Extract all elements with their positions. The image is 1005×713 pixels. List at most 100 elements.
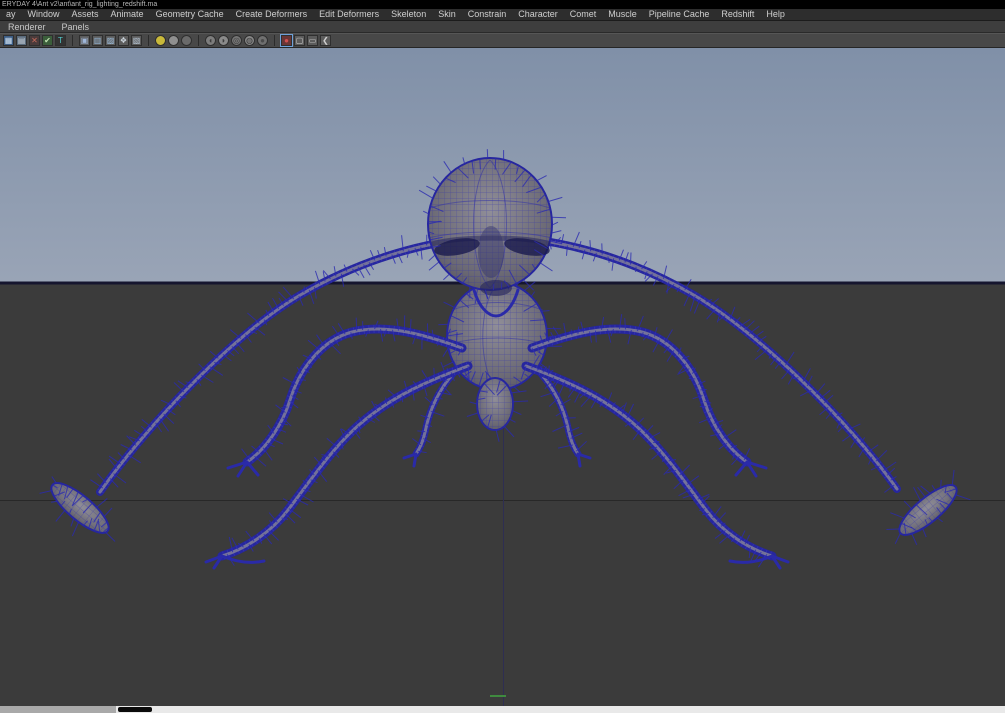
use-default-material-icon[interactable]: ●: [257, 35, 268, 46]
all-lights-icon[interactable]: [168, 35, 179, 46]
display-toggle-group: ▦ ▤ ✕ ✔ T: [3, 35, 66, 46]
hair-stroke: [229, 329, 242, 339]
hair-stroke: [754, 349, 768, 361]
default-lighting-icon[interactable]: [155, 35, 166, 46]
hair-stroke: [635, 266, 637, 273]
viewport-3d[interactable]: [0, 48, 1005, 706]
menu-skeleton[interactable]: Skeleton: [385, 9, 432, 20]
hair-stroke: [951, 469, 955, 486]
menu-edit-deformers[interactable]: Edit Deformers: [313, 9, 385, 20]
hair-stroke: [113, 473, 127, 484]
hair-stroke: [278, 291, 289, 303]
isolate-select-icon[interactable]: ◖: [205, 35, 216, 46]
hair-stroke: [913, 487, 921, 501]
ant-wireframe-svg: [31, 149, 976, 570]
menu-create-deformers[interactable]: Create Deformers: [230, 9, 314, 20]
hair-stroke: [630, 252, 632, 265]
hair-stroke: [209, 366, 224, 376]
hair-stroke: [494, 158, 497, 170]
hair-stroke: [328, 342, 341, 355]
hair-stroke: [469, 401, 478, 405]
time-slider-bar: [0, 706, 1005, 713]
hair-stroke: [815, 383, 826, 395]
hair-stroke: [569, 384, 571, 392]
menu-character[interactable]: Character: [512, 9, 564, 20]
hair-stroke: [575, 440, 587, 452]
hair-stroke: [418, 189, 434, 199]
panel-menu-renderer[interactable]: Renderer: [0, 22, 54, 32]
type-tool-icon[interactable]: T: [55, 35, 66, 46]
camera-attributes-icon[interactable]: ▨: [105, 35, 116, 46]
menu-animate[interactable]: Animate: [105, 9, 150, 20]
resolution-gate-icon[interactable]: ▢: [294, 35, 305, 46]
menu-ay[interactable]: ay: [0, 9, 22, 20]
toolbar-separator: [198, 35, 199, 46]
menu-help[interactable]: Help: [760, 9, 791, 20]
hair-stroke: [539, 262, 553, 272]
hair-stroke: [551, 230, 562, 234]
hair-stroke: [443, 161, 452, 173]
hair-stroke: [688, 377, 696, 380]
wireframe-on-shaded-icon[interactable]: ◎: [231, 35, 242, 46]
hair-stroke: [784, 351, 795, 366]
hair-stroke: [548, 196, 563, 202]
image-plane-icon[interactable]: ▧: [131, 35, 142, 46]
lock-camera-icon[interactable]: ▥: [92, 35, 103, 46]
hair-stroke: [495, 429, 500, 442]
menu-muscle[interactable]: Muscle: [602, 9, 643, 20]
hair-stroke: [417, 430, 426, 433]
hair-stroke: [105, 532, 116, 542]
hair-stroke: [163, 413, 175, 424]
hair-stroke: [262, 447, 273, 461]
hair-stroke: [96, 498, 108, 508]
hair-stroke: [159, 418, 170, 432]
hair-stroke: [955, 494, 971, 501]
hair-stroke: [509, 418, 516, 423]
hair-stroke: [886, 528, 900, 531]
menu-assets[interactable]: Assets: [66, 9, 105, 20]
share-view-icon[interactable]: ❮: [320, 35, 331, 46]
hair-stroke: [128, 454, 141, 464]
ant-head: [418, 149, 567, 318]
hair-stroke: [282, 286, 295, 300]
hair-stroke: [530, 291, 536, 297]
hair-stroke: [307, 339, 321, 351]
close-panel-icon[interactable]: ✕: [29, 35, 40, 46]
time-slider-handle[interactable]: [118, 707, 152, 712]
hair-stroke: [426, 185, 437, 192]
hair-stroke: [466, 412, 479, 417]
panel-menu-panels[interactable]: Panels: [54, 22, 98, 32]
xray-icon[interactable]: ◗: [218, 35, 229, 46]
menu-comet[interactable]: Comet: [564, 9, 603, 20]
menu-window[interactable]: Window: [22, 9, 66, 20]
time-slider-left-block: [0, 706, 116, 713]
hair-stroke: [479, 158, 481, 170]
menu-pipeline-cache[interactable]: Pipeline Cache: [643, 9, 716, 20]
select-camera-icon[interactable]: ▣: [79, 35, 90, 46]
hair-stroke: [503, 425, 515, 438]
menu-constrain[interactable]: Constrain: [462, 9, 513, 20]
ant-left-middle-foot: [204, 554, 266, 570]
ant-right-front-leg: [527, 314, 768, 478]
hair-stroke: [541, 310, 550, 312]
toolbar-separator: [148, 35, 149, 46]
hair-stroke: [103, 507, 113, 517]
ant-right-hind-foot: [576, 452, 592, 468]
camera-tool-group: ▣ ▥ ▨ ❖ ▧: [79, 35, 142, 46]
hair-stroke: [443, 361, 454, 368]
menu-geometry-cache[interactable]: Geometry Cache: [150, 9, 230, 20]
bookmark-icon[interactable]: ❖: [118, 35, 129, 46]
hair-stroke: [462, 157, 466, 164]
hair-stroke: [254, 326, 266, 336]
hair-stroke: [433, 367, 435, 380]
grease-pencil-icon[interactable]: ●: [281, 35, 292, 46]
ant-model[interactable]: [31, 149, 976, 570]
panel-layout-icon[interactable]: ▤: [16, 35, 27, 46]
film-gate-icon[interactable]: ▭: [307, 35, 318, 46]
menu-redshift[interactable]: Redshift: [715, 9, 760, 20]
grid-display-icon[interactable]: ▦: [3, 35, 14, 46]
shadows-icon[interactable]: [181, 35, 192, 46]
enable-check-icon[interactable]: ✔: [42, 35, 53, 46]
textured-display-icon[interactable]: ◍: [244, 35, 255, 46]
menu-skin[interactable]: Skin: [432, 9, 462, 20]
